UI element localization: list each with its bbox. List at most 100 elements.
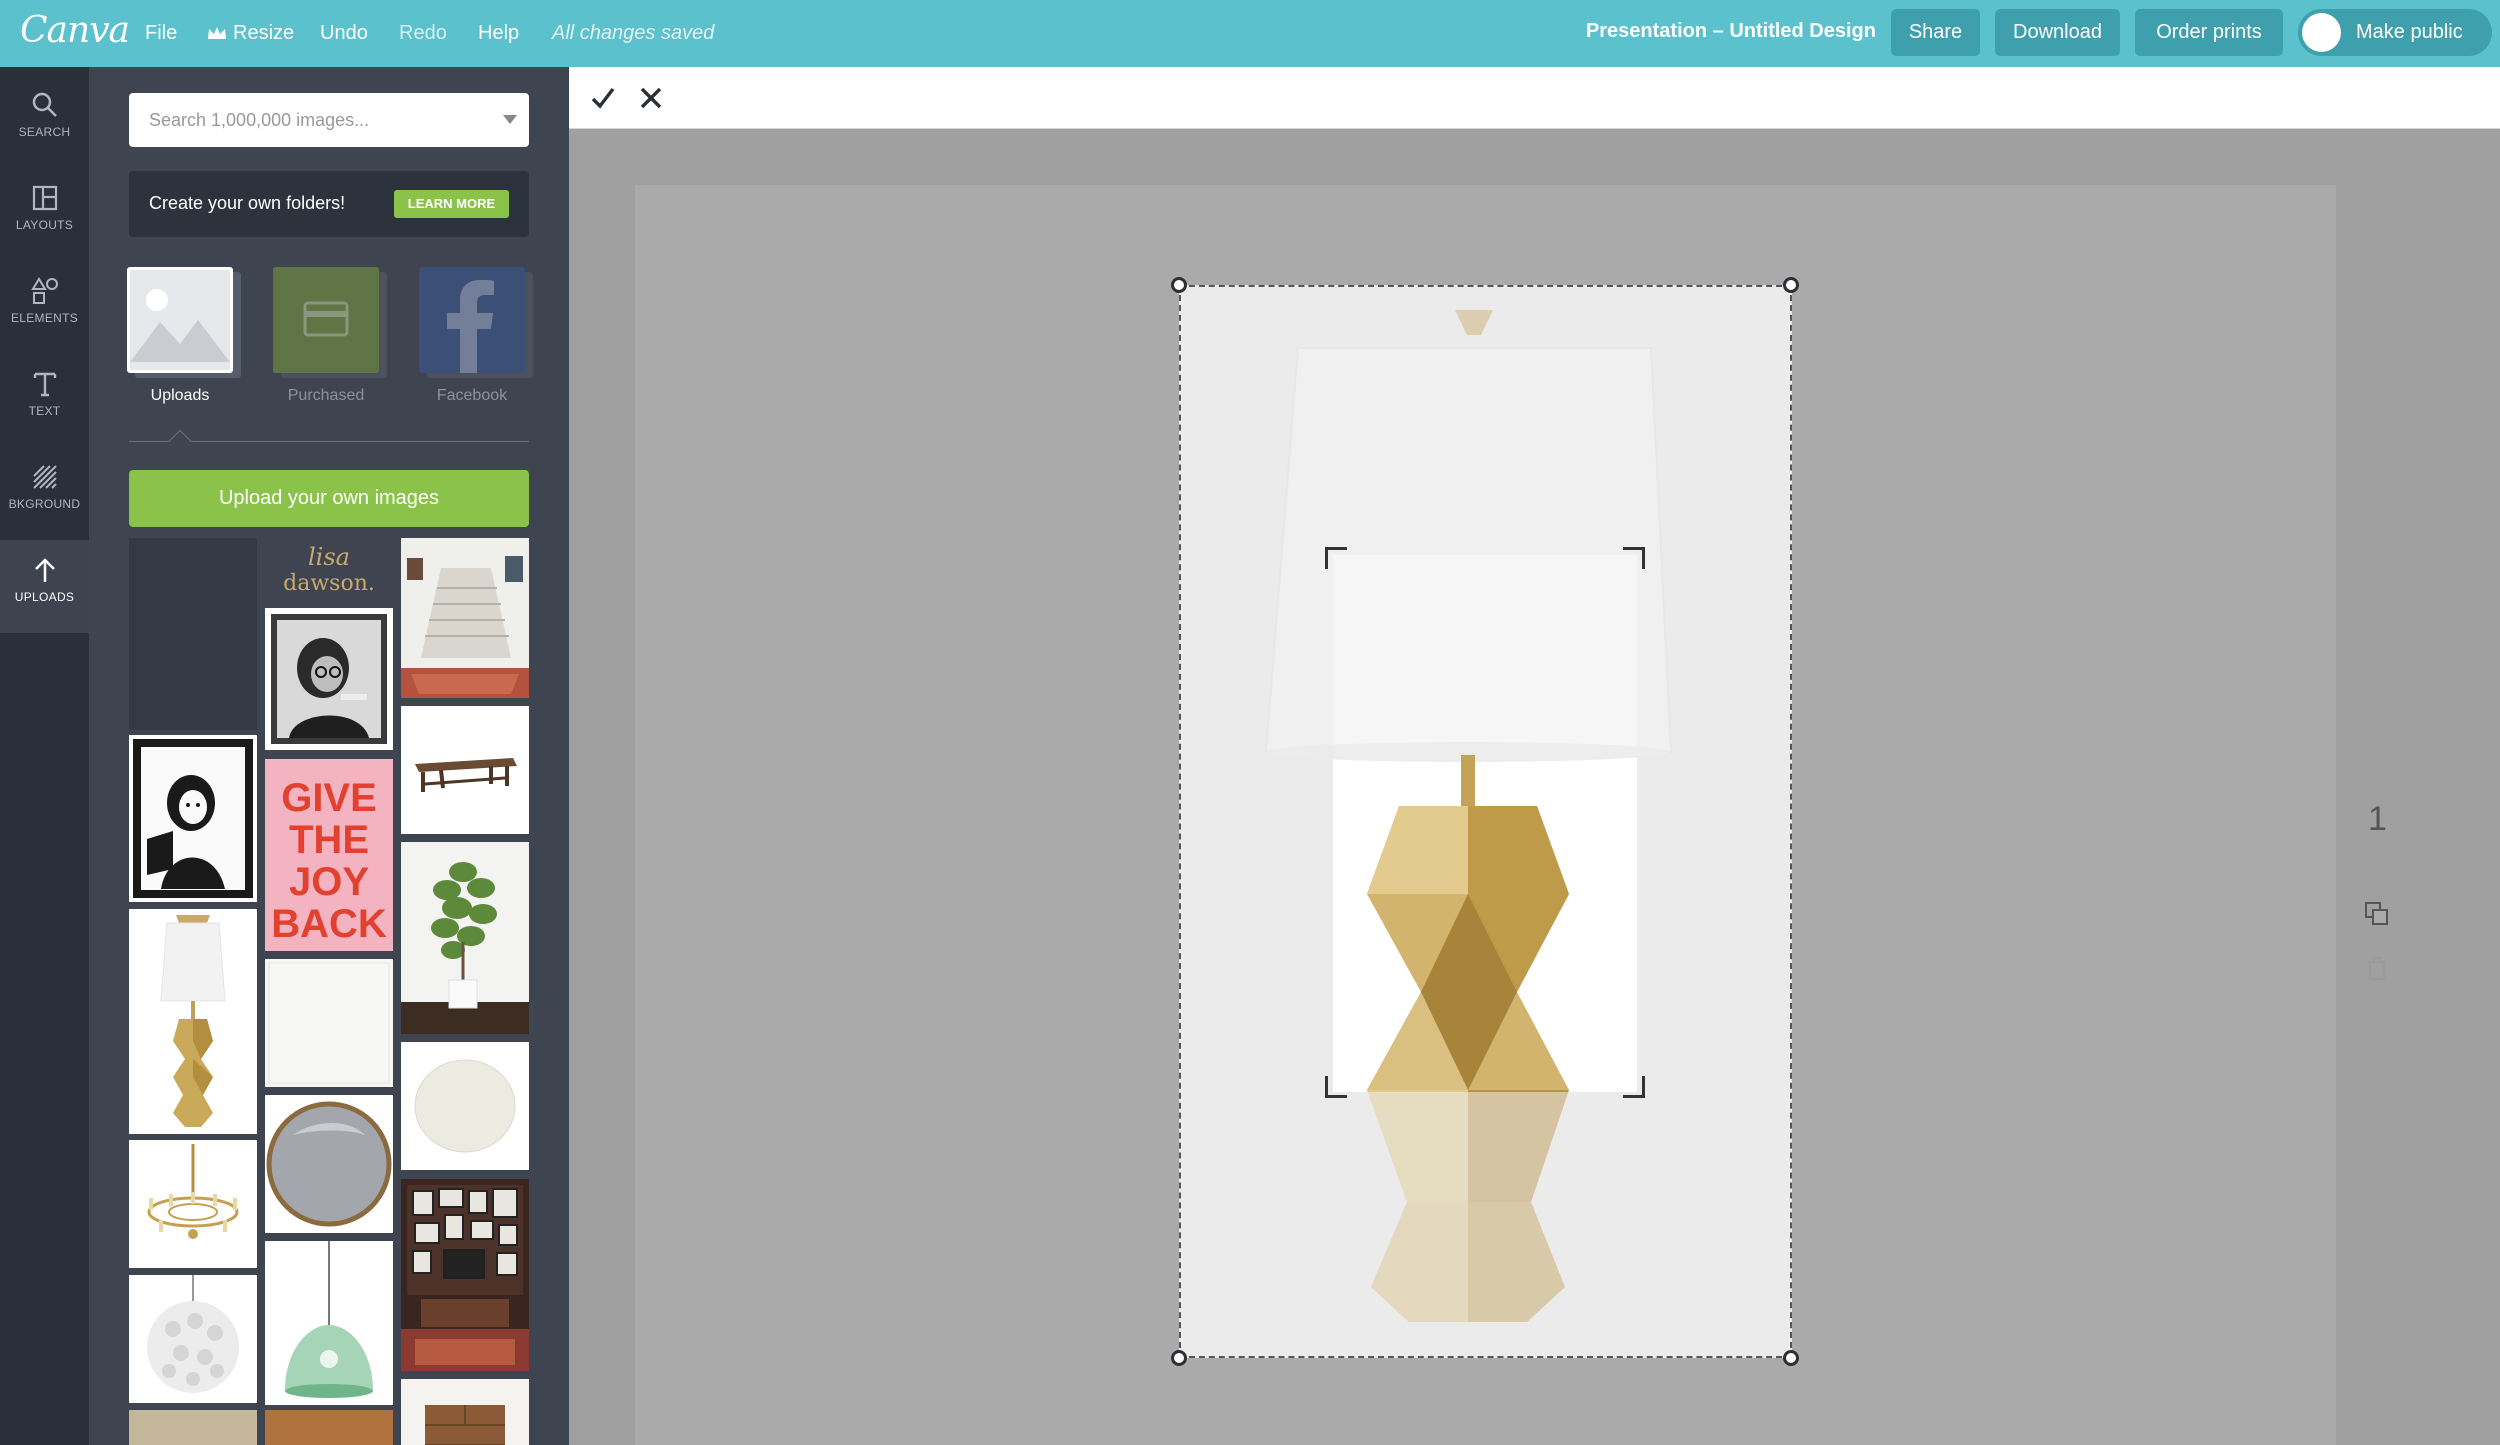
rail-item-uploads[interactable]: UPLOADS [0,540,89,633]
folders-promo: Create your own folders! LEARN MORE [129,171,529,237]
elements-icon [30,277,58,304]
upload-thumb[interactable] [129,538,257,730]
rail-label: LAYOUTS [15,218,74,232]
fig-tree-thumb [401,842,529,1034]
crop-corner-bottom-right[interactable] [1623,1076,1645,1098]
layouts-icon [32,185,57,211]
learn-more-button[interactable]: LEARN MORE [394,190,509,218]
tab-purchased-label: Purchased [287,387,365,404]
upload-arrow-icon [34,558,55,582]
canva-logo[interactable]: Canva [20,10,130,51]
tab-uploads[interactable]: Uploads [125,267,241,405]
share-button[interactable]: Share [1891,9,1980,56]
confirm-crop-icon[interactable] [587,82,619,114]
pendant-lamp-thumb [129,1275,257,1403]
upload-thumb[interactable] [129,909,257,1134]
redo-button[interactable]: Redo [399,22,447,45]
rail-item-search[interactable]: SEARCH [0,75,89,168]
resize-handle-bottom-right[interactable] [1783,1350,1799,1366]
upload-thumb[interactable] [265,608,393,750]
rail-label: SEARCH [18,125,71,139]
svg-text:GIVE: GIVE [281,776,377,820]
give-the-joy-back-poster: GIVETHEJOYBACK [265,759,393,951]
resize-handle-top-left[interactable] [1171,277,1187,293]
glass-pendant-thumb [265,1241,393,1405]
paint-swatch-thumb [401,1042,529,1170]
background-icon [32,465,57,489]
cancel-crop-icon[interactable] [635,82,667,114]
tab-purchased[interactable]: Purchased [271,267,387,405]
make-public-toggle[interactable]: Make public [2298,9,2492,56]
svg-text:dawson.: dawson. [283,571,375,596]
search-icon [32,92,57,117]
credit-card-icon [303,301,349,337]
upload-thumb[interactable] [265,959,393,1087]
upload-thumb[interactable]: GIVE THE JOY BACK [265,759,393,951]
svg-text:THE: THE [289,818,369,862]
save-status: All changes saved [552,22,715,44]
lamp-thumb [129,909,257,1134]
crop-corner-bottom-left[interactable] [1325,1076,1347,1098]
svg-text:JOY: JOY [289,860,369,904]
file-menu[interactable]: File [145,22,177,45]
rail-label: UPLOADS [14,590,75,604]
crop-corner-top-right[interactable] [1623,547,1645,569]
upload-thumb[interactable] [401,1179,529,1371]
rail-label: TEXT [28,404,61,418]
upload-thumb[interactable] [401,1042,529,1170]
delete-page-icon[interactable] [2363,955,2391,983]
upload-thumb[interactable] [129,735,257,902]
upload-thumb[interactable] [401,1379,529,1445]
upload-thumb[interactable] [401,538,529,698]
facebook-icon [447,280,494,373]
upload-thumb[interactable] [129,1275,257,1403]
top-bar: Canva File Resize Undo Redo Help All cha… [0,0,2500,67]
resize-menu[interactable]: Resize [207,22,294,45]
text-icon [33,372,56,397]
image-search-input[interactable] [129,93,489,147]
image-search [129,93,529,147]
rail-label: ELEMENTS [10,311,79,325]
tab-uploads-label: Uploads [150,387,210,404]
upload-thumb[interactable] [129,1410,257,1445]
tab-indicator [168,429,192,453]
left-rail: SEARCH LAYOUTS ELEMENTS TEXT BKGROUND UP… [0,67,89,1445]
dresser-thumb [401,1379,529,1445]
svg-text:BACK: BACK [271,902,387,946]
duplicate-page-icon[interactable] [2363,900,2391,928]
undo-button[interactable]: Undo [320,22,368,45]
rail-item-elements[interactable]: ELEMENTS [0,261,89,354]
rail-item-layouts[interactable]: LAYOUTS [0,168,89,261]
upload-thumb[interactable]: lisa dawson. [265,538,393,598]
rail-label: BKGROUND [8,497,81,511]
upload-thumb[interactable] [265,1410,393,1445]
upload-images-button[interactable]: Upload your own images [129,470,529,527]
resize-label: Resize [233,22,295,44]
chandelier-thumb [129,1140,257,1268]
help-menu[interactable]: Help [478,22,519,45]
order-prints-button[interactable]: Order prints [2135,9,2283,56]
gallery-wall-thumb [401,1179,529,1371]
tab-facebook-label: Facebook [436,387,508,404]
upload-thumb[interactable] [401,842,529,1034]
download-button[interactable]: Download [1995,9,2120,56]
crop-toolbar [569,67,2500,129]
resize-handle-bottom-left[interactable] [1171,1350,1187,1366]
rail-item-background[interactable]: BKGROUND [0,447,89,540]
white-swatch-thumb [265,959,393,1087]
promo-text: Create your own folders! [149,193,346,213]
rail-item-text[interactable]: TEXT [0,354,89,447]
upload-thumb[interactable] [401,706,529,834]
crop-corner-top-left[interactable] [1325,547,1347,569]
resize-handle-top-right[interactable] [1783,277,1799,293]
upload-thumb[interactable] [265,1241,393,1405]
tab-facebook[interactable]: Facebook [417,267,533,405]
bench-thumb [401,706,529,834]
upload-thumb[interactable] [265,1095,393,1233]
upload-thumb[interactable] [129,1140,257,1268]
svg-text:lisa: lisa [308,543,350,571]
lisa-dawson-logo: lisadawson. [283,543,375,596]
round-mirror-thumb [265,1095,393,1233]
document-title[interactable]: Presentation – Untitled Design [1586,20,1876,43]
chevron-down-icon[interactable] [503,115,517,124]
